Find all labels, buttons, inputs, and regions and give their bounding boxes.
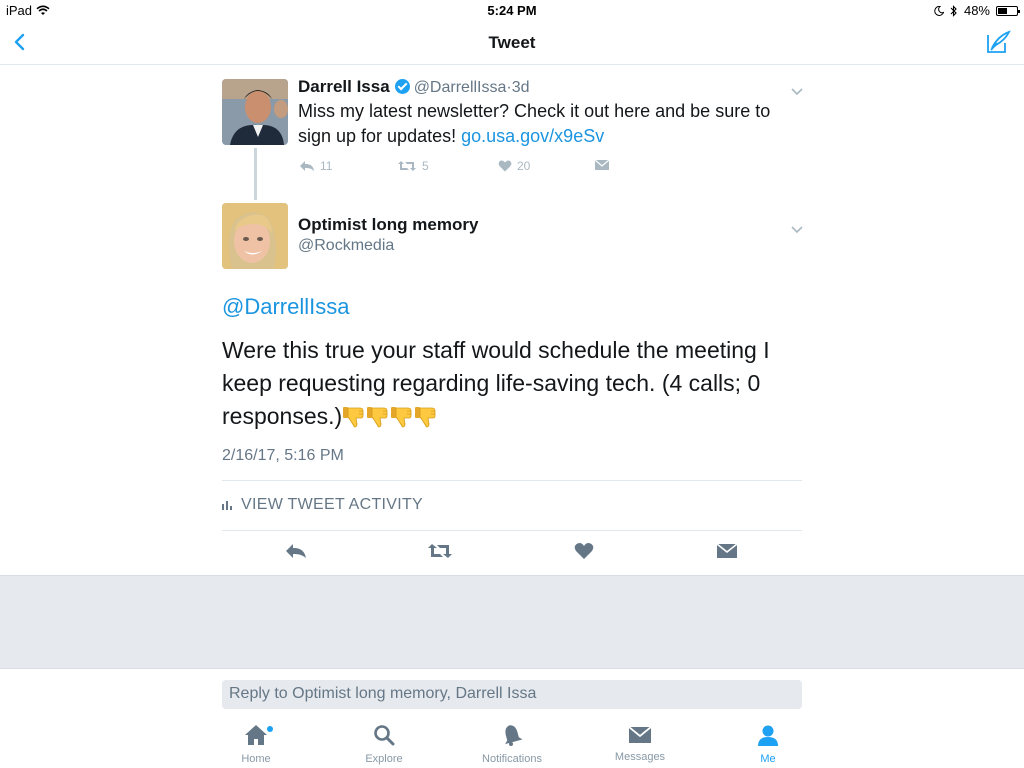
divider	[222, 530, 802, 531]
view-tweet-activity-button[interactable]: VIEW TWEET ACTIVITY	[222, 496, 423, 514]
thumbs-down-emoji-icon	[343, 407, 364, 428]
parent-reply-button[interactable]: 11	[299, 159, 332, 173]
author-name[interactable]: Darrell Issa	[298, 77, 390, 96]
reply-icon	[286, 544, 306, 558]
tab-home[interactable]: Home	[196, 724, 316, 765]
tweet-age: 3d	[511, 79, 530, 96]
newsletter-link[interactable]: go.usa.gov/x9eSv	[461, 126, 604, 146]
thread-connector-line	[254, 148, 257, 200]
main-tweet-menu-button[interactable]	[790, 222, 804, 234]
like-count: 20	[517, 159, 531, 173]
tab-label-me: Me	[760, 753, 776, 765]
battery-percent: 48%	[963, 3, 990, 18]
reply-placeholder: Reply to Optimist long memory, Darrell I…	[229, 685, 537, 702]
avatar-image	[222, 203, 288, 269]
avatar-image	[222, 79, 288, 145]
parent-like-button[interactable]: 20	[498, 159, 530, 173]
parent-retweet-button[interactable]: 5	[397, 159, 429, 173]
retweet-button[interactable]	[427, 542, 453, 560]
parent-dm-button[interactable]	[595, 159, 609, 171]
battery-fill	[998, 7, 1007, 14]
nav-bar: Tweet	[0, 22, 1024, 65]
search-icon	[374, 725, 395, 746]
envelope-icon	[595, 159, 609, 170]
person-icon	[758, 725, 778, 746]
view-activity-label: VIEW TWEET ACTIVITY	[241, 496, 424, 513]
verified-badge-icon	[394, 79, 410, 94]
empty-replies-area	[0, 575, 1024, 669]
reply-icon	[300, 161, 314, 171]
envelope-icon	[628, 726, 652, 743]
main-tweet-text: Were this true your staff would schedule…	[222, 334, 802, 433]
tab-notifications[interactable]: Notifications	[452, 724, 572, 765]
main-tweet-body: Were this true your staff would schedule…	[222, 337, 770, 429]
avatar-darrell-issa[interactable]	[222, 79, 288, 145]
tab-label-explore: Explore	[365, 753, 403, 765]
retweet-icon	[398, 161, 416, 171]
parent-tweet-text: Miss my latest newsletter? Check it out …	[298, 99, 808, 149]
battery-icon	[996, 5, 1020, 16]
tab-explore[interactable]: Explore	[324, 724, 444, 765]
reply-count: 11	[320, 159, 333, 173]
status-time: 5:24 PM	[487, 3, 537, 18]
parent-tweet-menu-button[interactable]	[790, 84, 804, 96]
thumbs-down-emoji-icon	[391, 407, 412, 428]
envelope-icon	[716, 543, 738, 558]
main-author-handle[interactable]: @Rockmedia	[298, 237, 394, 255]
main-author-name[interactable]: Optimist long memory	[298, 215, 478, 235]
thumbs-down-emoji-icon	[415, 407, 436, 428]
home-icon	[245, 725, 267, 745]
heart-icon	[498, 160, 512, 172]
new-activity-dot	[267, 726, 273, 732]
heart-icon	[574, 543, 594, 559]
chevron-down-icon	[791, 226, 803, 234]
bar-chart-icon	[222, 501, 232, 510]
status-right: 48%	[934, 3, 1020, 18]
status-bar: iPad 5:24 PM 48%	[0, 0, 1024, 22]
compose-icon	[987, 30, 1011, 53]
mention-link[interactable]: @DarrellIssa	[222, 294, 349, 320]
author-handle[interactable]: @DarrellIssa	[414, 79, 507, 96]
compose-tweet-button[interactable]	[984, 28, 1012, 56]
tab-label-notifications: Notifications	[482, 753, 542, 765]
thumbs-down-emoji-icon	[367, 407, 388, 428]
bluetooth-icon	[950, 4, 957, 17]
moon-icon	[934, 5, 944, 16]
tab-label-home: Home	[241, 753, 271, 765]
parent-tweet-header: Darrell Issa @DarrellIssa·3d	[298, 77, 530, 97]
tab-messages[interactable]: Messages	[580, 726, 700, 763]
chevron-down-icon	[791, 88, 803, 96]
reply-button[interactable]	[285, 542, 307, 560]
tweet-timestamp: 2/16/17, 5:16 PM	[222, 447, 344, 464]
reply-input[interactable]: Reply to Optimist long memory, Darrell I…	[222, 680, 802, 709]
like-button[interactable]	[574, 542, 594, 560]
retweet-icon	[428, 544, 452, 558]
bell-icon	[505, 725, 523, 746]
direct-message-button[interactable]	[716, 543, 738, 559]
tab-me[interactable]: Me	[708, 724, 828, 765]
tab-label-messages: Messages	[614, 751, 666, 763]
avatar-rockmedia[interactable]	[222, 203, 288, 269]
page-title: Tweet	[488, 33, 536, 52]
thumbs-down-emoji-group	[342, 403, 438, 429]
retweet-count: 5	[422, 159, 429, 173]
tab-bar: Home Explore Notifications Messages Me	[0, 718, 1024, 768]
divider	[222, 480, 802, 481]
